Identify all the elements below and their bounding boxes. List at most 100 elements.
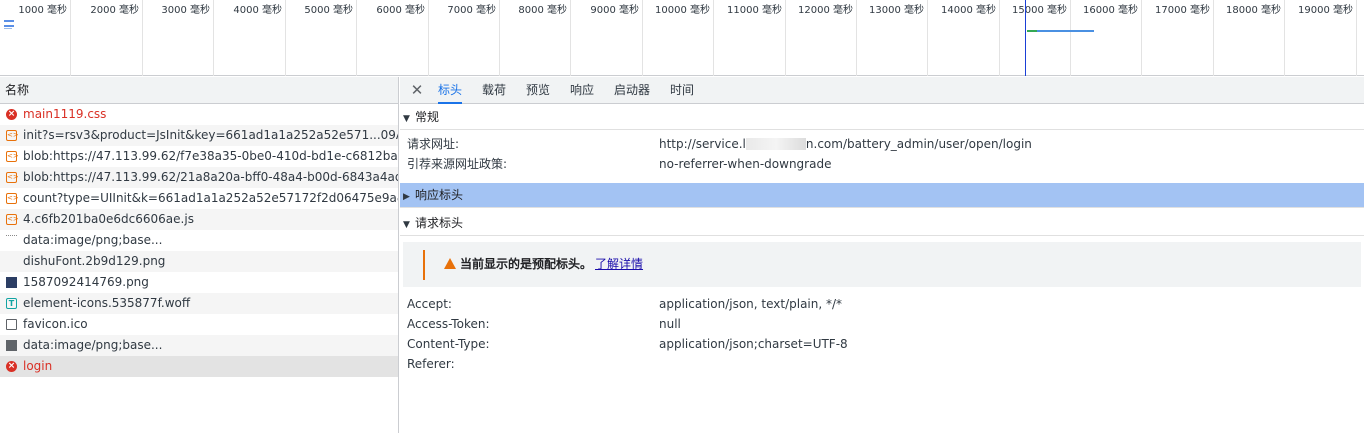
request-row[interactable]: <> count?type=UIInit&k=661ad1a1a252a52e5… [0,188,398,209]
request-name: main1119.css [23,107,107,121]
column-header-name[interactable]: 名称 [0,77,398,104]
header-key: Accept: [407,297,452,311]
header-key: Access-Token: [407,317,490,331]
request-row[interactable]: <> 4.c6fb201ba0e6dc6606ae.js [0,209,398,230]
header-key: 引荐来源网址政策: [407,157,508,171]
timeline-tick-label: 13000 毫秒 [869,5,924,16]
header-value[interactable]: application/json, text/plain, */* [659,294,842,314]
script-icon: <> [6,214,19,225]
request-row-selected[interactable]: × login [0,356,398,377]
timeline-tick-label: 17000 毫秒 [1155,5,1210,16]
timeline-tick: 14000 毫秒 [928,0,1000,76]
timeline-tick: 5000 毫秒 [286,0,357,76]
error-icon: × [6,109,17,120]
request-row[interactable]: × main1119.css [0,104,398,125]
image-thumb-icon [6,277,17,288]
request-name: login [23,359,53,373]
request-detail-pane: ✕ 标头 载荷 预览 响应 启动器 时间 ▼ 常规 请求网址: http://se… [400,77,1364,433]
close-icon[interactable]: ✕ [409,80,425,100]
timeline-tick-label: 5000 毫秒 [304,5,353,16]
timeline-tick-label: 9000 毫秒 [590,5,639,16]
timeline-tick: 19000 毫秒 [1285,0,1357,76]
request-header-row: Accept: application/json, text/plain, */… [407,294,1357,314]
timeline-tick-label: 11000 毫秒 [727,5,782,16]
network-timeline-overview[interactable]: 1000 毫秒 2000 毫秒 3000 毫秒 4000 毫秒 5000 毫秒 … [0,0,1364,76]
header-value[interactable]: application/json;charset=UTF-8 [659,334,848,354]
request-name: 1587092414769.png [23,275,149,289]
tab-timing[interactable]: 时间 [670,77,694,104]
header-key: Content-Type: [407,337,490,351]
request-header-row: Referer: [407,354,1357,374]
timeline-tick-label: 19000 毫秒 [1298,5,1353,16]
request-row[interactable]: <> init?s=rsv3&product=JsInit&key=661ad1… [0,125,398,146]
request-row[interactable]: T element-icons.535877f.woff [0,293,398,314]
url-prefix: http://service.l [659,137,746,151]
request-name: dishuFont.2b9d129.png [23,254,166,268]
section-general-header[interactable]: ▼ 常规 [400,105,1364,130]
request-name: blob:https://47.113.99.62/21a8a20a-bff0-… [23,170,398,184]
triangle-down-icon: ▼ [403,220,410,230]
request-row[interactable]: <> blob:https://47.113.99.62/21a8a20a-bf… [0,167,398,188]
timeline-tick-label: 15000 毫秒 [1012,5,1067,16]
request-name: blob:https://47.113.99.62/f7e38a35-0be0-… [23,149,398,163]
timeline-domcontentloaded-marker [1025,0,1026,76]
timeline-tick: 16000 毫秒 [1071,0,1142,76]
timeline-tick: 15000 毫秒 [1000,0,1071,76]
timeline-tick: 4000 毫秒 [214,0,286,76]
tab-preview[interactable]: 预览 [526,77,550,104]
header-value[interactable]: http://service.l n.com/battery_admin/user… [659,134,1032,154]
timeline-tick-label: 10000 毫秒 [655,5,710,16]
script-icon: <> [6,193,19,204]
timeline-tick: 8000 毫秒 [500,0,571,76]
header-value[interactable]: null [659,314,681,334]
timeline-tick-label: 2000 毫秒 [90,5,139,16]
request-row[interactable]: data:image/png;base... [0,230,398,251]
script-icon: <> [6,172,19,183]
document-icon [6,319,17,330]
timeline-tick-label: 4000 毫秒 [233,5,282,16]
warning-accent-bar [423,250,425,280]
image-line-icon [6,340,17,351]
triangle-down-icon: ▼ [403,114,410,124]
general-url-row: 请求网址: http://service.l n.com/battery_admi… [407,134,1357,154]
request-row[interactable]: dishuFont.2b9d129.png [0,251,398,272]
timeline-tick: 2000 毫秒 [71,0,143,76]
learn-more-link[interactable]: 了解详情 [595,255,643,272]
timeline-tick: 6000 毫秒 [357,0,429,76]
request-name: init?s=rsv3&product=JsInit&key=661ad1a1a… [23,128,398,142]
font-icon: T [6,298,17,309]
tab-response[interactable]: 响应 [570,77,594,104]
triangle-right-icon: ▶ [403,192,410,202]
redacted-blur [745,138,806,150]
timeline-tick-label: 18000 毫秒 [1226,5,1281,16]
timeline-tick: 18000 毫秒 [1214,0,1285,76]
request-row[interactable]: 1587092414769.png [0,272,398,293]
header-value[interactable]: no-referrer-when-downgrade [659,154,831,174]
request-row[interactable]: favicon.ico [0,314,398,335]
timeline-tick: 17000 毫秒 [1142,0,1214,76]
timeline-tick-label: 1000 毫秒 [18,5,67,16]
timeline-tick-label: 14000 毫秒 [941,5,996,16]
timeline-tick-label: 8000 毫秒 [518,5,567,16]
timeline-tick: 3000 毫秒 [143,0,214,76]
request-row[interactable]: <> blob:https://47.113.99.62/f7e38a35-0b… [0,146,398,167]
request-name: data:image/png;base... [23,338,163,352]
request-row[interactable]: data:image/png;base... [0,335,398,356]
script-icon: <> [6,130,19,141]
timeline-tick-label: 16000 毫秒 [1083,5,1138,16]
request-name: count?type=UIInit&k=661ad1a1a252a52e5717… [23,191,398,205]
tab-initiator[interactable]: 启动器 [614,77,650,104]
timeline-request-bar [4,28,12,29]
section-title: 响应标头 [415,188,464,202]
tab-headers[interactable]: 标头 [438,77,463,104]
section-response-headers-header[interactable]: ▶ 响应标头 [400,183,1364,208]
detail-tabbar: ✕ 标头 载荷 预览 响应 启动器 时间 [400,77,1364,104]
section-title: 常规 [415,110,440,124]
script-icon: <> [6,151,19,162]
url-suffix: n.com/battery_admin/user/open/login [805,137,1032,151]
request-header-row: Content-Type: application/json;charset=U… [407,334,1357,354]
section-request-headers-header[interactable]: ▼ 请求标头 [400,211,1364,236]
timeline-tick-label: 7000 毫秒 [447,5,496,16]
tab-payload[interactable]: 载荷 [482,77,506,104]
provisional-headers-warning: 当前显示的是预配标头。 了解详情 [403,242,1361,287]
